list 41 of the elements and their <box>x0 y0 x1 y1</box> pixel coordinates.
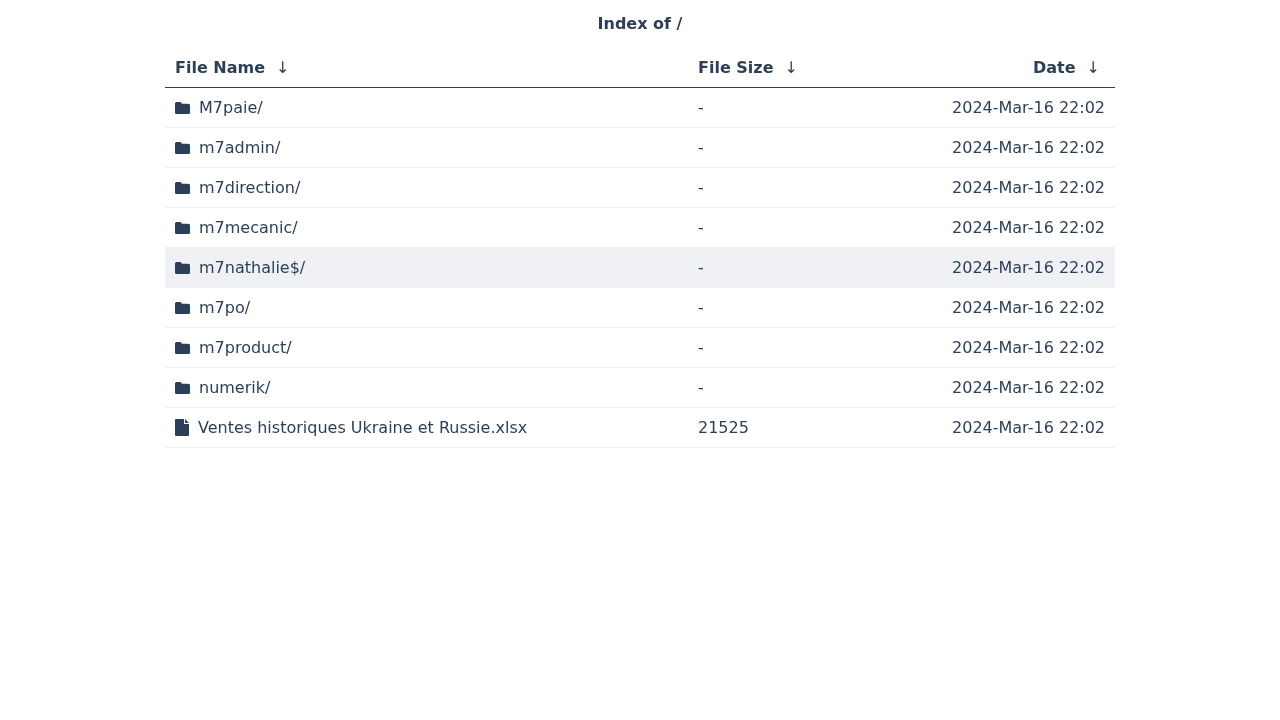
directory-entry-link[interactable]: m7direction/ <box>199 175 301 200</box>
file-row[interactable]: m7nathalie$/ - 2024-Mar-16 22:02 <box>165 248 1115 288</box>
folder-icon <box>175 381 190 394</box>
column-sort-link[interactable]: File Size ↓ <box>698 55 803 80</box>
directory-entry-link[interactable]: m7product/ <box>199 335 292 360</box>
document-icon <box>175 419 189 436</box>
modified-date: 2024-Mar-16 22:02 <box>952 416 1105 439</box>
file-size: - <box>698 97 704 117</box>
directory-entry-link[interactable]: m7nathalie$/ <box>199 255 306 280</box>
file-size: - <box>698 377 704 397</box>
file-size: - <box>698 337 704 357</box>
folder-icon <box>175 221 190 234</box>
file-size: - <box>698 217 704 237</box>
modified-date: 2024-Mar-16 22:02 <box>952 376 1105 399</box>
folder-icon <box>175 181 190 194</box>
modified-date: 2024-Mar-16 22:02 <box>952 256 1105 279</box>
directory-entry-link[interactable]: numerik/ <box>199 375 271 400</box>
directory-entry-link[interactable]: M7paie/ <box>199 95 263 120</box>
column-sort-link[interactable]: File Name ↓ <box>175 55 295 80</box>
file-size: - <box>698 177 704 197</box>
file-size: 21525 <box>698 417 749 437</box>
file-size: - <box>698 297 704 317</box>
directory-entry-link[interactable]: m7admin/ <box>199 135 281 160</box>
modified-date: 2024-Mar-16 22:02 <box>952 176 1105 199</box>
file-size: - <box>698 257 704 277</box>
column-sort-link[interactable]: Date ↓ <box>1033 55 1105 80</box>
modified-date: 2024-Mar-16 22:02 <box>952 296 1105 319</box>
directory-entry-link[interactable]: Ventes historiques Ukraine et Russie.xlsx <box>198 415 528 440</box>
folder-icon <box>175 261 190 274</box>
modified-date: 2024-Mar-16 22:02 <box>952 216 1105 239</box>
folder-icon <box>175 141 190 154</box>
directory-entry-link[interactable]: m7po/ <box>199 295 251 320</box>
page-title: Index of / <box>597 13 683 35</box>
modified-date: 2024-Mar-16 22:02 <box>952 136 1105 159</box>
modified-date: 2024-Mar-16 22:02 <box>952 336 1105 359</box>
folder-icon <box>175 341 190 354</box>
directory-entry-link[interactable]: m7mecanic/ <box>199 215 298 240</box>
folder-icon <box>175 301 190 314</box>
file-size: - <box>698 137 704 157</box>
modified-date: 2024-Mar-16 22:02 <box>952 96 1105 119</box>
folder-icon <box>175 101 190 114</box>
